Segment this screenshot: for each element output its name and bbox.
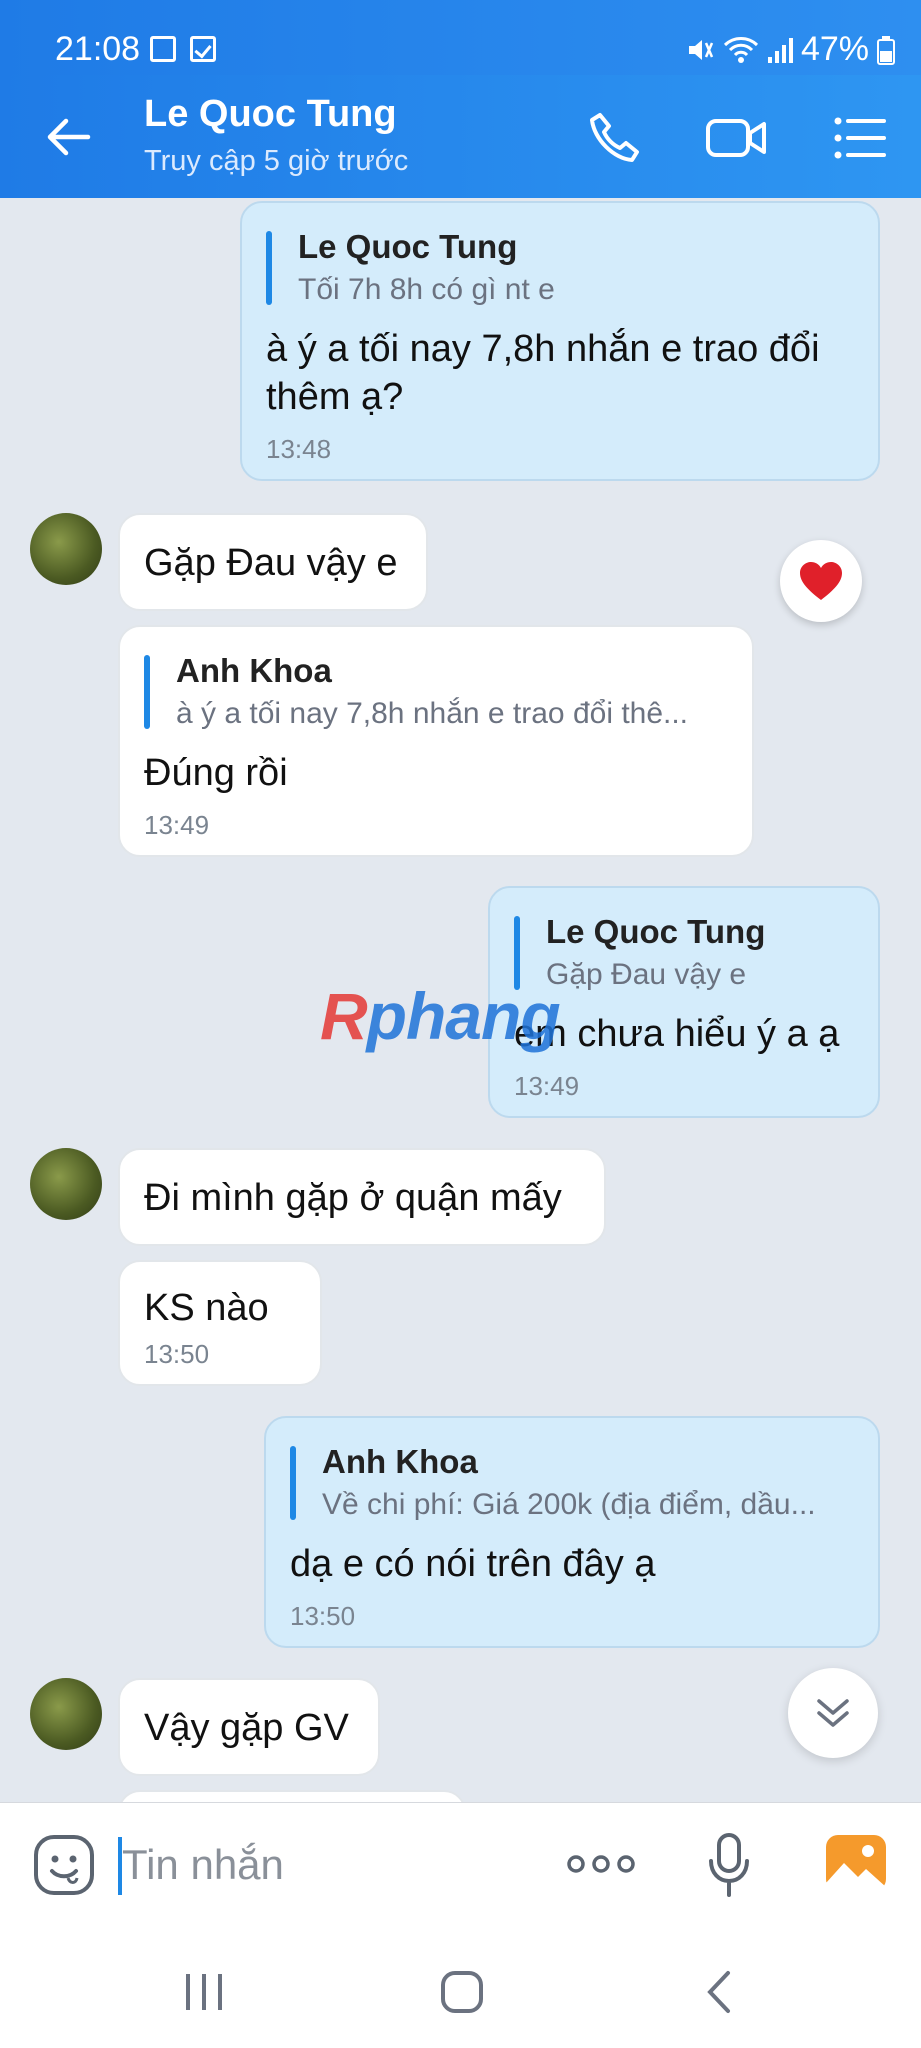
recent-apps-icon[interactable] (182, 1972, 226, 2012)
battery-percent: 47% (800, 30, 869, 68)
sticker-emoji-icon[interactable] (32, 1833, 96, 1897)
reply-quote[interactable]: Anh Khoa Về chi phí: Giá 200k (địa điểm,… (290, 1440, 854, 1526)
message-bubble-incoming-partial[interactable] (118, 1790, 466, 1802)
message-text: à ý a tối nay 7,8h nhắn e trao đổi (266, 328, 820, 370)
message-bubble-incoming[interactable]: Gặp Đau vậy e (118, 513, 428, 611)
back-nav-icon[interactable] (704, 1970, 734, 2014)
reaction-button[interactable] (780, 540, 862, 622)
message-bubble-incoming[interactable]: Vậy gặp GV (118, 1678, 380, 1776)
message-bubble-incoming[interactable]: KS nào 13:50 (118, 1260, 322, 1386)
message-text: Vậy gặp GV (144, 1707, 349, 1749)
contact-avatar[interactable] (30, 1148, 102, 1220)
quote-sender: Anh Khoa (176, 652, 332, 689)
mute-icon (688, 39, 714, 60)
gallery-notification-icon (150, 36, 176, 62)
message-text: Đúng rồi (144, 752, 288, 794)
quote-text: Gặp Đau vậy e (546, 958, 747, 991)
message-time: 13:50 (290, 1601, 356, 1631)
quote-sender: Anh Khoa (322, 1443, 478, 1480)
home-icon[interactable] (440, 1970, 484, 2014)
quote-text: Tối 7h 8h có gì nt e (298, 273, 555, 306)
message-time: 13:49 (144, 810, 210, 840)
status-time: 21:08 (55, 30, 141, 68)
last-seen-status: Truy cập 5 giờ trước (144, 145, 409, 177)
phone-call-icon[interactable] (586, 109, 644, 167)
watermark-logo: Rphang (320, 978, 561, 1054)
battery-icon (877, 35, 895, 65)
microphone-icon[interactable] (706, 1831, 752, 1899)
image-gallery-icon[interactable] (824, 1833, 888, 1893)
watermark-first-letter: R (320, 979, 368, 1053)
message-text: KS nào (144, 1287, 269, 1329)
message-bubble-incoming[interactable]: Đi mình gặp ở quận mấy (118, 1148, 606, 1246)
quote-sender: Le Quoc Tung (546, 913, 766, 950)
message-bubble-outgoing[interactable]: Anh Khoa Về chi phí: Giá 200k (địa điểm,… (264, 1416, 880, 1648)
message-text: em chưa hiểu ý a ạ (514, 1013, 840, 1055)
message-text: Gặp Đau vậy e (144, 542, 398, 584)
message-input[interactable]: Tin nhắn (122, 1841, 284, 1889)
double-chevron-down-icon (817, 1699, 849, 1727)
reply-quote[interactable]: Le Quoc Tung Tối 7h 8h có gì nt e (266, 225, 854, 311)
contact-name[interactable]: Le Quoc Tung (144, 93, 397, 136)
reply-quote[interactable]: Le Quoc Tung Gặp Đau vậy e (514, 910, 854, 996)
reply-quote[interactable]: Anh Khoa à ý a tối nay 7,8h nhắn e trao … (144, 649, 728, 735)
quote-sender: Le Quoc Tung (298, 228, 518, 265)
message-text: thêm ạ? (266, 376, 404, 418)
system-nav-bar (0, 1926, 921, 2048)
message-time: 13:50 (144, 1339, 210, 1369)
message-time: 13:49 (514, 1071, 580, 1101)
wifi-icon (723, 36, 758, 63)
menu-list-icon[interactable] (830, 109, 888, 167)
chat-message-list[interactable]: Le Quoc Tung Tối 7h 8h có gì nt e à ý a … (0, 198, 921, 1802)
chat-header: Le Quoc Tung Truy cập 5 giờ trước (0, 75, 921, 198)
watermark-rest: phang (366, 979, 561, 1053)
contact-avatar[interactable] (30, 1678, 102, 1750)
task-notification-icon (190, 36, 216, 62)
message-bubble-incoming[interactable]: Anh Khoa à ý a tối nay 7,8h nhắn e trao … (118, 625, 754, 857)
quote-text: Về chi phí: Giá 200k (địa điểm, dầu... (322, 1488, 816, 1521)
contact-avatar[interactable] (30, 513, 102, 585)
scroll-to-bottom-button[interactable] (788, 1668, 878, 1758)
quote-text: à ý a tối nay 7,8h nhắn e trao đổi thê..… (176, 697, 689, 730)
video-call-icon[interactable] (704, 109, 770, 167)
signal-icon (767, 37, 793, 63)
message-input-bar: Tin nhắn (0, 1802, 921, 1927)
more-options-icon[interactable] (566, 1849, 636, 1879)
message-text: Đi mình gặp ở quận mấy (144, 1177, 562, 1219)
back-arrow-icon[interactable] (42, 111, 94, 163)
status-bar: 21:08 47% (0, 0, 921, 75)
message-time: 13:48 (266, 434, 332, 464)
message-bubble-outgoing[interactable]: Le Quoc Tung Tối 7h 8h có gì nt e à ý a … (240, 201, 880, 481)
heart-icon (800, 562, 842, 600)
message-text: dạ e có nói trên đây ạ (290, 1543, 656, 1585)
